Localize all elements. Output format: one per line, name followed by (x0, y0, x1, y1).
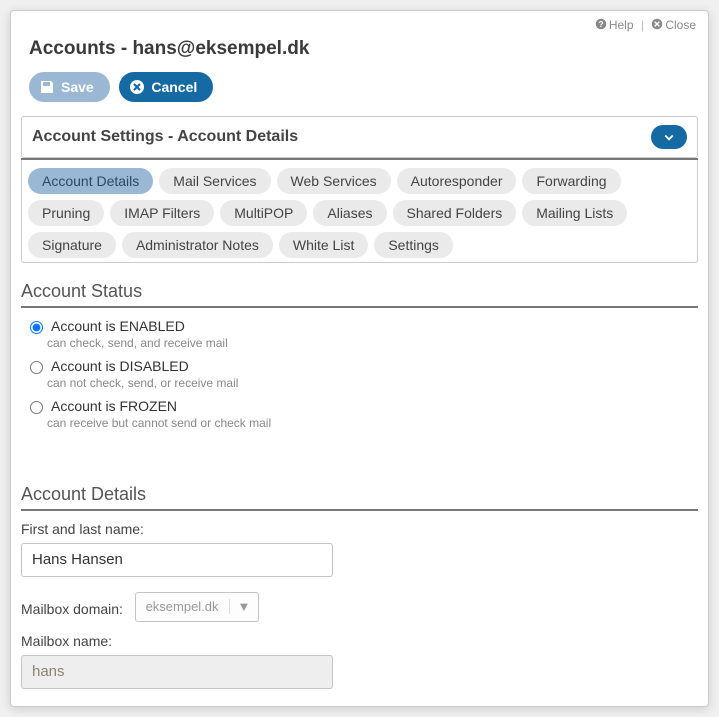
tabs-container: Account DetailsMail Services Web Services… (21, 160, 698, 263)
action-bar: Save Cancel (29, 72, 696, 102)
name-label: First and last name: (21, 521, 698, 537)
section-bar: Account Settings - Account Details (21, 116, 698, 158)
cancel-label: Cancel (151, 79, 197, 95)
domain-value: eksempel.dk (136, 599, 229, 614)
status-option: Account is FROZEN (25, 398, 698, 414)
status-options: Account is ENABLED can check, send, and r… (21, 318, 698, 430)
page-title: Accounts - hans@eksempel.dk (29, 38, 696, 60)
tab-pruning[interactable]: Pruning (28, 200, 104, 226)
tab-autoresponder[interactable]: Autoresponder (397, 168, 517, 194)
domain-select[interactable]: eksempel.dk ▼ (135, 592, 260, 622)
tab-multipop[interactable]: MultiPOP (220, 200, 307, 226)
close-link[interactable]: Close (651, 17, 696, 31)
svg-text:?: ? (598, 20, 603, 29)
help-link[interactable]: ? Help (595, 17, 637, 31)
save-icon (39, 79, 55, 95)
status-option: Account is ENABLED (25, 318, 698, 334)
tab-administrator-notes[interactable]: Administrator Notes (122, 232, 273, 258)
details-group-title: Account Details (21, 484, 698, 511)
cancel-icon (129, 79, 145, 95)
chevron-down-icon: ▼ (229, 599, 259, 614)
mailbox-label: Mailbox name: (21, 633, 698, 649)
domain-label: Mailbox domain: (21, 601, 123, 617)
top-links: ? Help | Close (29, 17, 696, 36)
status-option: Account is DISABLED (25, 358, 698, 374)
section-toggle-button[interactable] (651, 125, 687, 149)
tab-web-services[interactable]: Web Services (277, 168, 391, 194)
tab-mail-services[interactable]: Mail Services (159, 168, 270, 194)
status-desc: can not check, send, or receive mail (47, 376, 698, 390)
help-label: Help (609, 18, 634, 32)
tab-mailing-lists[interactable]: Mailing Lists (522, 200, 627, 226)
cancel-button[interactable]: Cancel (119, 72, 213, 102)
tab-shared-folders[interactable]: Shared Folders (393, 200, 517, 226)
section-title: Account Settings - Account Details (32, 128, 298, 146)
status-desc: can check, send, and receive mail (47, 336, 698, 350)
close-label: Close (665, 18, 696, 32)
mailbox-input[interactable] (21, 655, 333, 689)
chevron-down-icon (663, 131, 675, 143)
tab-account-details[interactable]: Account Details (28, 168, 153, 194)
status-desc: can receive but cannot send or check mai… (47, 416, 698, 430)
status-radio[interactable] (30, 321, 43, 334)
save-label: Save (61, 79, 94, 95)
status-radio[interactable] (30, 361, 43, 374)
account-dialog: ? Help | Close Accounts - hans@eksempel.d… (10, 10, 709, 707)
help-icon: ? (595, 18, 607, 30)
divider: | (641, 18, 644, 32)
status-radio[interactable] (30, 401, 43, 414)
tab-imap-filters[interactable]: IMAP Filters (110, 200, 214, 226)
status-label: Account is DISABLED (51, 358, 189, 374)
tab-white-list[interactable]: White List (279, 232, 368, 258)
tab-settings[interactable]: Settings (374, 232, 453, 258)
spacer (21, 438, 698, 478)
close-icon (651, 18, 663, 30)
dialog-header: ? Help | Close Accounts - hans@eksempel.d… (11, 11, 708, 116)
domain-row: Mailbox domain: eksempel.dk ▼ (21, 591, 698, 623)
tab-signature[interactable]: Signature (28, 232, 116, 258)
content-scroll[interactable]: Account Status Account is ENABLED can che… (21, 275, 706, 696)
tab-forwarding[interactable]: Forwarding (522, 168, 620, 194)
name-input[interactable] (21, 543, 333, 577)
save-button[interactable]: Save (29, 72, 110, 102)
tab-aliases[interactable]: Aliases (313, 200, 386, 226)
status-group-title: Account Status (21, 281, 698, 308)
status-label: Account is FROZEN (51, 398, 177, 414)
status-label: Account is ENABLED (51, 318, 185, 334)
